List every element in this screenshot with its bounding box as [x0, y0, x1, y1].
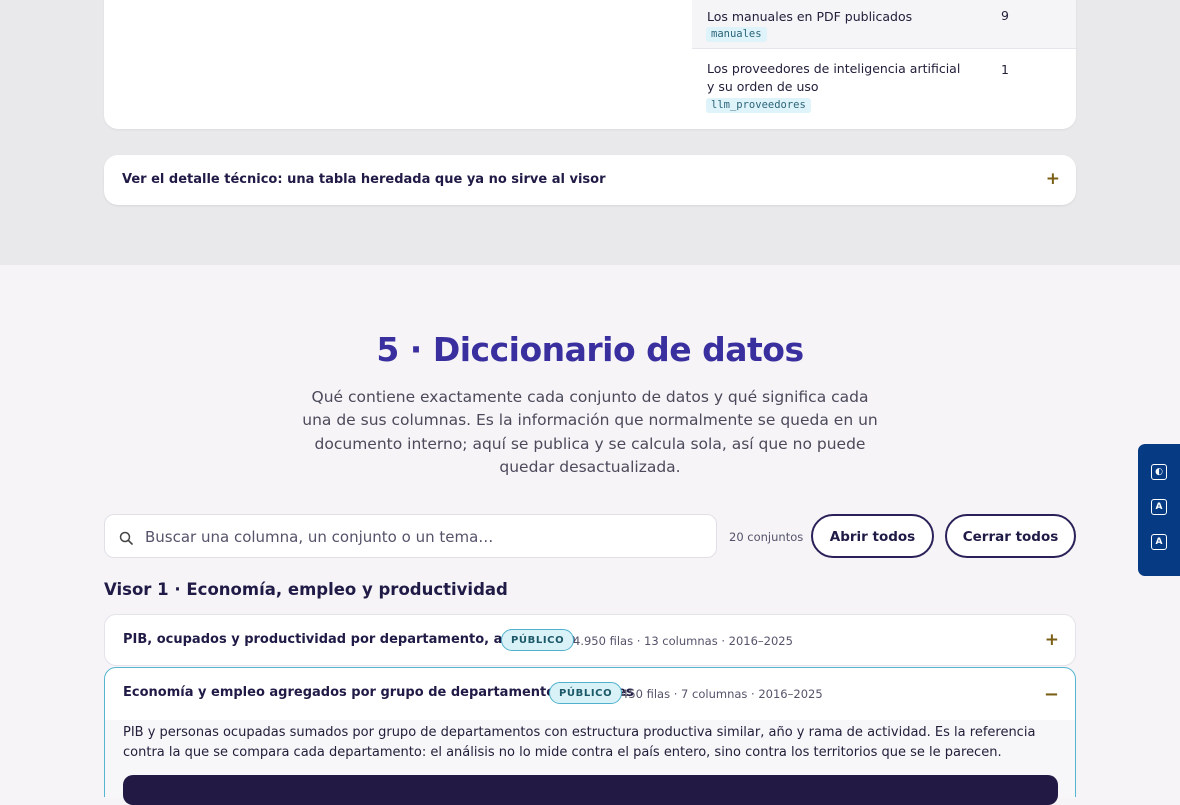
dataset-meta: 4.950 filas · 13 columnas · 2016–2025	[573, 634, 793, 648]
dataset-body: PIB y personas ocupadas sumados por grup…	[105, 720, 1075, 805]
technical-detail-toggle[interactable]: Ver el detalle técnico: una tabla hereda…	[104, 155, 1076, 205]
text-decrease-icon[interactable]: A	[1151, 534, 1167, 550]
plus-icon: +	[1045, 169, 1060, 189]
plus-icon: +	[1044, 630, 1059, 650]
text-increase-icon[interactable]: A	[1151, 499, 1167, 515]
table-row: Los proveedores de inteligencia artifici…	[692, 49, 1076, 129]
row-description: Los manuales en PDF publicados	[707, 9, 913, 24]
dataset-header[interactable]: Economía y empleo agregados por grupo de…	[105, 668, 1075, 720]
section-description: Qué contiene exactamente cada conjunto d…	[302, 388, 878, 476]
dataset-description: PIB y personas ocupadas sumados por grup…	[123, 725, 1036, 760]
row-count: 1	[1001, 62, 1009, 77]
dataset-item: PIB, ocupados y productividad por depart…	[104, 614, 1076, 666]
dataset-columns-header	[123, 775, 1058, 805]
row-description: Los proveedores de inteligencia artifici…	[707, 61, 961, 94]
table-code-tag: llm_proveedores	[706, 98, 811, 113]
search-icon	[119, 530, 133, 549]
dataset-count: 20 conjuntos	[729, 530, 804, 544]
table-row: Los manuales en PDF publicados manuales …	[692, 0, 1076, 49]
dataset-meta: 450 filas · 7 columnas · 2016–2025	[621, 687, 823, 701]
dataset-item-expanded: Economía y empleo agregados por grupo de…	[104, 667, 1076, 805]
search-box	[104, 514, 717, 558]
accessibility-panel: ◐ A A	[1138, 444, 1180, 576]
status-badge: PÚBLICO	[501, 629, 575, 651]
status-badge: PÚBLICO	[549, 682, 623, 704]
table-code-tag: manuales	[706, 27, 767, 42]
contrast-icon[interactable]: ◐	[1151, 464, 1167, 480]
dataset-header[interactable]: PIB, ocupados y productividad por depart…	[105, 615, 1075, 667]
group-title: Visor 1 · Economía, empleo y productivid…	[104, 580, 508, 599]
minus-icon: −	[1043, 684, 1059, 705]
open-all-button[interactable]: Abrir todos	[811, 514, 934, 558]
close-all-button[interactable]: Cerrar todos	[945, 514, 1076, 558]
section-title: 5 · Diccionario de datos	[376, 330, 804, 369]
search-input[interactable]	[143, 524, 707, 550]
row-count: 9	[1001, 8, 1009, 23]
technical-detail-label: Ver el detalle técnico: una tabla hereda…	[122, 172, 606, 187]
sources-table-card: Los manuales en PDF publicados manuales …	[104, 0, 1076, 129]
